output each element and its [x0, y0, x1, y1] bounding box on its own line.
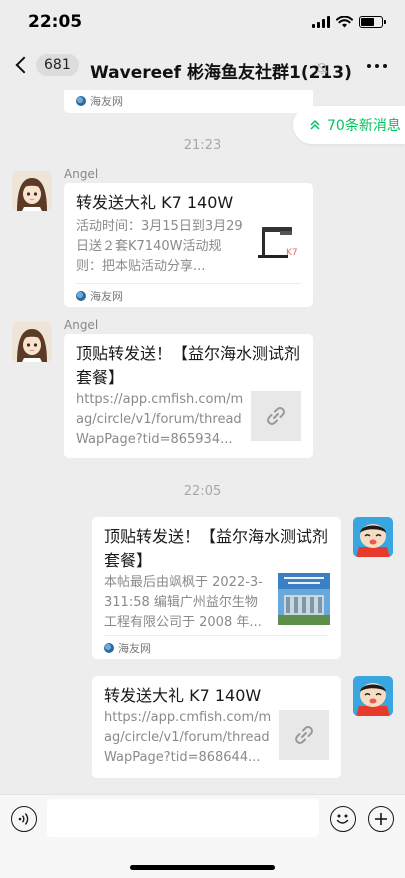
status-icons	[312, 16, 386, 28]
card-source: 海友网	[76, 283, 301, 307]
emoji-icon	[336, 814, 349, 824]
double-chevron-up-icon	[310, 119, 320, 130]
card-description: 活动时间：3月15日到3月29日送２套K7140W活动规则：把本贴活动分享...	[76, 219, 243, 274]
chat-title: Wavereef 彬海鱼友社群1(213)	[90, 63, 352, 83]
card-title: 顶贴转发送！【益尔海水测试剂套餐】	[76, 344, 301, 387]
card-thumbnail	[278, 573, 330, 625]
link-icon	[267, 407, 285, 425]
card-source-label: 海友网	[90, 95, 123, 108]
signal-icon	[312, 16, 330, 28]
plus-icon	[375, 813, 387, 825]
mute-bell-icon	[316, 62, 328, 75]
battery-icon	[359, 16, 386, 28]
card-title: 转发送大礼 K7 140W	[76, 193, 234, 212]
sender-avatar[interactable]	[12, 171, 52, 211]
wifi-icon	[336, 16, 353, 28]
link-card-sent[interactable]: 顶贴转发送！【益尔海水测试剂套餐】 本帖最后由飒枫于 2022-3-311:58…	[92, 517, 341, 659]
chat-area[interactable]: 海友网 21:23 Angel 转发送大礼 K7 140W 活动时间：3月15日…	[0, 90, 405, 794]
my-avatar[interactable]	[353, 517, 393, 557]
new-messages-label: 70条新消息	[327, 118, 401, 134]
new-messages-button[interactable]: 70条新消息	[293, 106, 405, 144]
status-bar: 22:05	[0, 0, 405, 46]
nav-bar: 681 Wavereef 彬海鱼友社群1(213)	[0, 46, 405, 90]
card-source-label: 海友网	[90, 289, 123, 303]
message-card-partial[interactable]: 海友网	[64, 90, 313, 113]
unread-count-badge: 681	[36, 54, 79, 76]
card-source: 海友网	[104, 635, 329, 659]
link-card[interactable]: 顶贴转发送！【益尔海水测试剂套餐】 https://app.cmfish.com…	[64, 334, 313, 458]
sender-avatar[interactable]	[12, 322, 52, 362]
back-button[interactable]: 681	[12, 54, 79, 76]
card-source: 海友网	[76, 90, 301, 113]
link-thumbnail	[251, 391, 301, 441]
link-icon	[295, 726, 313, 744]
card-title: 转发送大礼 K7 140W	[104, 686, 262, 705]
card-source-label: 海友网	[118, 641, 151, 655]
voice-icon	[18, 813, 29, 825]
home-indicator	[130, 865, 275, 870]
link-card[interactable]: 转发送大礼 K7 140W 活动时间：3月15日到3月29日送２套K7140W活…	[64, 183, 313, 307]
time-divider: 22:05	[183, 484, 222, 499]
card-description: 本帖最后由飒枫于 2022-3-311:58 编辑广州益尔生物工程有限公司于 2…	[104, 575, 263, 630]
status-time: 22:05	[28, 12, 83, 32]
card-thumbnail: K7	[254, 219, 304, 269]
link-card-sent[interactable]: 转发送大礼 K7 140W https://app.cmfish.com/mag…	[92, 676, 341, 778]
source-logo-icon	[104, 642, 114, 653]
source-logo-icon	[76, 290, 86, 301]
message-input[interactable]	[47, 799, 319, 837]
card-title: 顶贴转发送！【益尔海水测试剂套餐】	[104, 527, 329, 570]
card-description: https://app.cmfish.com/mag/circle/v1/for…	[76, 392, 244, 447]
card-description: https://app.cmfish.com/mag/circle/v1/for…	[104, 710, 272, 765]
chevron-left-icon	[15, 56, 33, 74]
emoji-button[interactable]	[330, 806, 356, 832]
sender-name: Angel	[64, 318, 99, 332]
more-options-button[interactable]	[367, 64, 387, 68]
sender-name: Angel	[64, 167, 99, 181]
link-thumbnail	[279, 710, 329, 760]
my-avatar[interactable]	[353, 676, 393, 716]
voice-button[interactable]	[11, 806, 37, 832]
thumb-caption: K7	[286, 248, 298, 258]
source-logo-icon	[76, 96, 86, 106]
more-functions-button[interactable]	[368, 806, 394, 832]
input-bar	[0, 794, 405, 878]
